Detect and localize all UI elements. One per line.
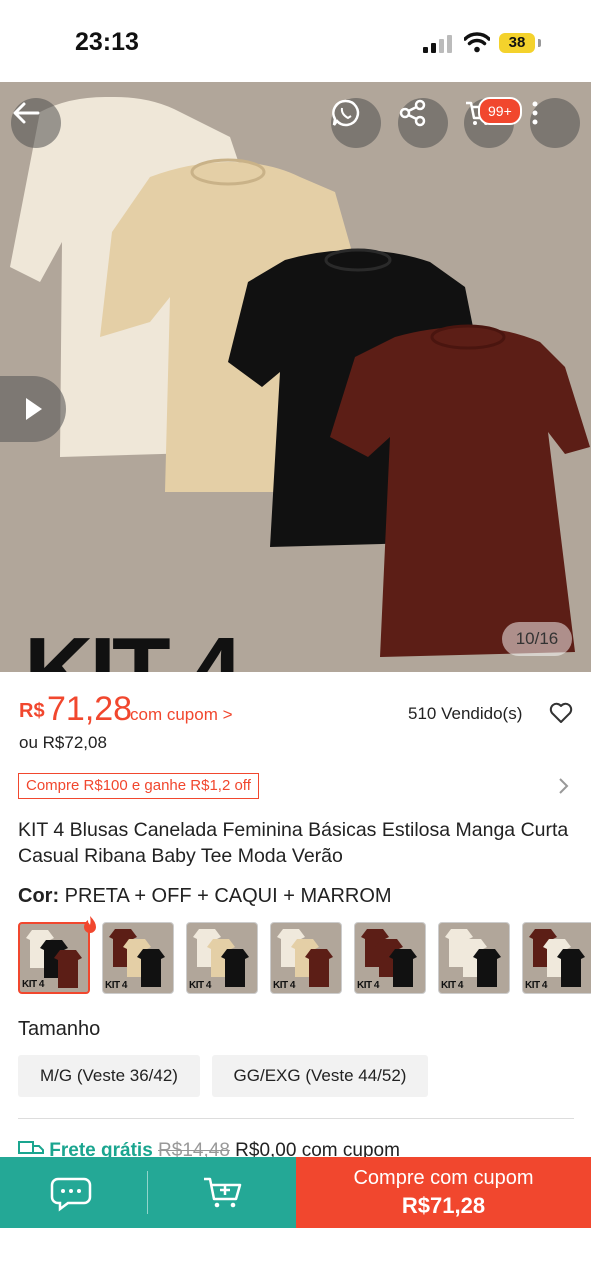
color-swatches: KIT 4 KIT 4 KIT 4 KIT 4 KIT 4 KIT 4 KIT 4 bbox=[18, 922, 591, 995]
buy-label: Compre com cupom bbox=[353, 1167, 534, 1189]
swatch-label: KIT 4 bbox=[189, 980, 211, 991]
more-button[interactable] bbox=[530, 98, 580, 148]
color-value: PRETA + OFF + CAQUI + MARROM bbox=[64, 885, 392, 907]
swatch-label: KIT 4 bbox=[105, 980, 127, 991]
swatch-label: KIT 4 bbox=[273, 980, 295, 991]
swatch-label: KIT 4 bbox=[525, 980, 547, 991]
size-option-mg[interactable]: M/G (Veste 36/42) bbox=[18, 1055, 200, 1097]
share-icon bbox=[399, 99, 426, 127]
swatch-shirt bbox=[221, 949, 249, 987]
size-option-ggexg[interactable]: GG/EXG (Veste 44/52) bbox=[212, 1055, 428, 1097]
signal-icon bbox=[423, 33, 455, 53]
swatch-label: KIT 4 bbox=[357, 980, 379, 991]
play-icon bbox=[26, 398, 42, 420]
swatch-label: KIT 4 bbox=[441, 980, 463, 991]
alt-price: ou R$72,08 bbox=[19, 733, 107, 752]
swatch-shirt bbox=[557, 949, 585, 987]
chat-button[interactable] bbox=[40, 1169, 110, 1217]
color-swatch-5[interactable]: KIT 4 bbox=[354, 922, 426, 994]
buy-with-coupon-button[interactable]: Compre com cupom R$71,28 bbox=[296, 1157, 591, 1228]
price-currency: R$ bbox=[19, 700, 45, 722]
add-cart-icon bbox=[204, 1177, 242, 1208]
product-illustration bbox=[10, 96, 590, 657]
color-swatch-6[interactable]: KIT 4 bbox=[438, 922, 510, 994]
play-video-button[interactable] bbox=[0, 376, 66, 442]
truck-icon bbox=[18, 1141, 44, 1154]
hot-flame-icon bbox=[84, 916, 96, 933]
color-selection-label: Cor: PRETA + OFF + CAQUI + MARROM bbox=[18, 885, 392, 908]
wifi-icon bbox=[464, 32, 490, 53]
color-label: Cor: bbox=[18, 885, 60, 907]
back-arrow-icon bbox=[13, 102, 40, 124]
whatsapp-share-button[interactable] bbox=[331, 98, 381, 148]
add-to-cart-button[interactable] bbox=[190, 1169, 260, 1217]
price-row: R$ 71,28 com cupom > 510 Vendido(s) bbox=[19, 690, 579, 730]
battery-indicator: 38 bbox=[499, 33, 535, 53]
swatch-label: KIT 4 bbox=[22, 979, 44, 990]
swatch-shirt bbox=[389, 949, 417, 987]
color-swatch-3[interactable]: KIT 4 bbox=[186, 922, 258, 994]
sold-count: 510 Vendido(s) bbox=[408, 704, 523, 723]
chat-icon bbox=[50, 1177, 92, 1212]
color-swatch-1[interactable]: KIT 4 bbox=[18, 922, 90, 994]
secondary-actions bbox=[0, 1157, 296, 1228]
swatch-shirt bbox=[54, 950, 82, 988]
whatsapp-share-icon bbox=[332, 99, 360, 127]
status-bar: 23:13 38 bbox=[0, 0, 591, 82]
swatch-shirt bbox=[473, 949, 501, 987]
swatch-shirt bbox=[305, 949, 333, 987]
image-page-counter: 10/16 bbox=[502, 622, 572, 656]
chevron-right-icon[interactable] bbox=[558, 777, 570, 795]
product-title: KIT 4 Blusas Canelada Feminina Básicas E… bbox=[18, 819, 569, 867]
battery-cap bbox=[538, 39, 541, 47]
hero-overlay-text: KIT 4 bbox=[24, 618, 243, 672]
more-icon bbox=[532, 101, 538, 125]
price-value: 71,28 bbox=[47, 690, 133, 728]
promo-tag[interactable]: Compre R$100 e ganhe R$1,2 off bbox=[18, 773, 259, 799]
size-label: Tamanho bbox=[18, 1018, 101, 1040]
share-button[interactable] bbox=[398, 98, 448, 148]
product-image[interactable]: KIT 4 99+ 10/16 bbox=[0, 82, 591, 672]
status-time: 23:13 bbox=[75, 28, 139, 56]
bottom-action-bar: Compre com cupom R$71,28 bbox=[0, 1157, 591, 1228]
buy-price: R$71,28 bbox=[401, 1193, 486, 1218]
color-swatch-2[interactable]: KIT 4 bbox=[102, 922, 174, 994]
bar-separator bbox=[147, 1171, 148, 1214]
divider bbox=[18, 1118, 574, 1119]
cart-badge: 99+ bbox=[478, 97, 522, 125]
back-button[interactable] bbox=[11, 98, 61, 148]
coupon-link[interactable]: com cupom > bbox=[130, 705, 233, 725]
color-swatch-4[interactable]: KIT 4 bbox=[270, 922, 342, 994]
swatch-shirt bbox=[137, 949, 165, 987]
favorite-heart-icon[interactable] bbox=[549, 702, 573, 724]
color-swatch-7[interactable]: KIT 4 bbox=[522, 922, 591, 994]
